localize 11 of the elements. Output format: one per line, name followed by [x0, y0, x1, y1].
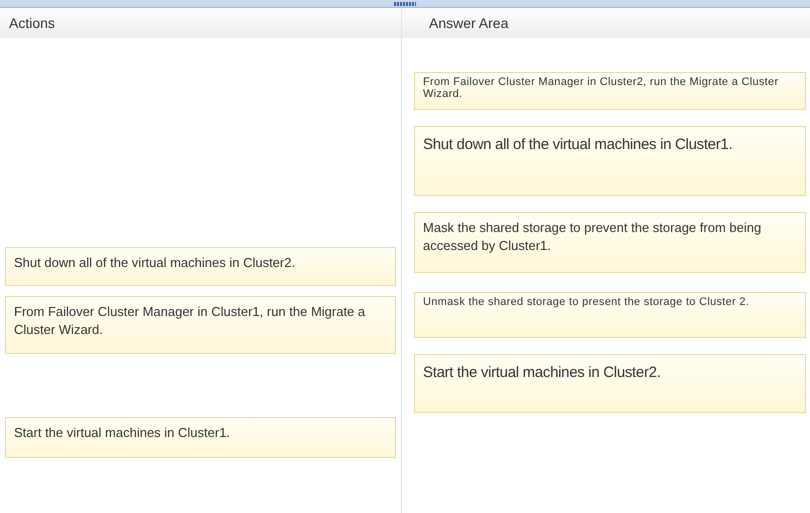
answer-card[interactable]: Start the virtual machines in Cluster2. — [414, 354, 806, 413]
answer-card[interactable]: From Failover Cluster Manager in Cluster2, run the Migrate a Cluster Wizard. — [414, 72, 806, 110]
answer-card[interactable]: From Failover Cluster Manager in Cluster1, run the Migrate a Cluster Wizard. — [5, 296, 396, 354]
splitter-grip-icon[interactable] — [394, 2, 416, 6]
answer-card[interactable]: Mask the shared storage to prevent the storage from being accessed by Cluster1. — [414, 212, 806, 273]
answer-card[interactable]: Shut down all of the virtual machines in Cluster2. — [5, 247, 396, 286]
answer-card[interactable]: Shut down all of the virtual machines in Cluster1. — [414, 126, 806, 196]
answer-card[interactable]: Start the virtual machines in Cluster1. — [5, 417, 396, 458]
panel-title: Answer Area — [429, 14, 508, 32]
panel-title: Actions — [9, 14, 55, 32]
answer-card[interactable]: Unmask the shared storage to present the storage to Cluster 2. — [414, 292, 806, 338]
